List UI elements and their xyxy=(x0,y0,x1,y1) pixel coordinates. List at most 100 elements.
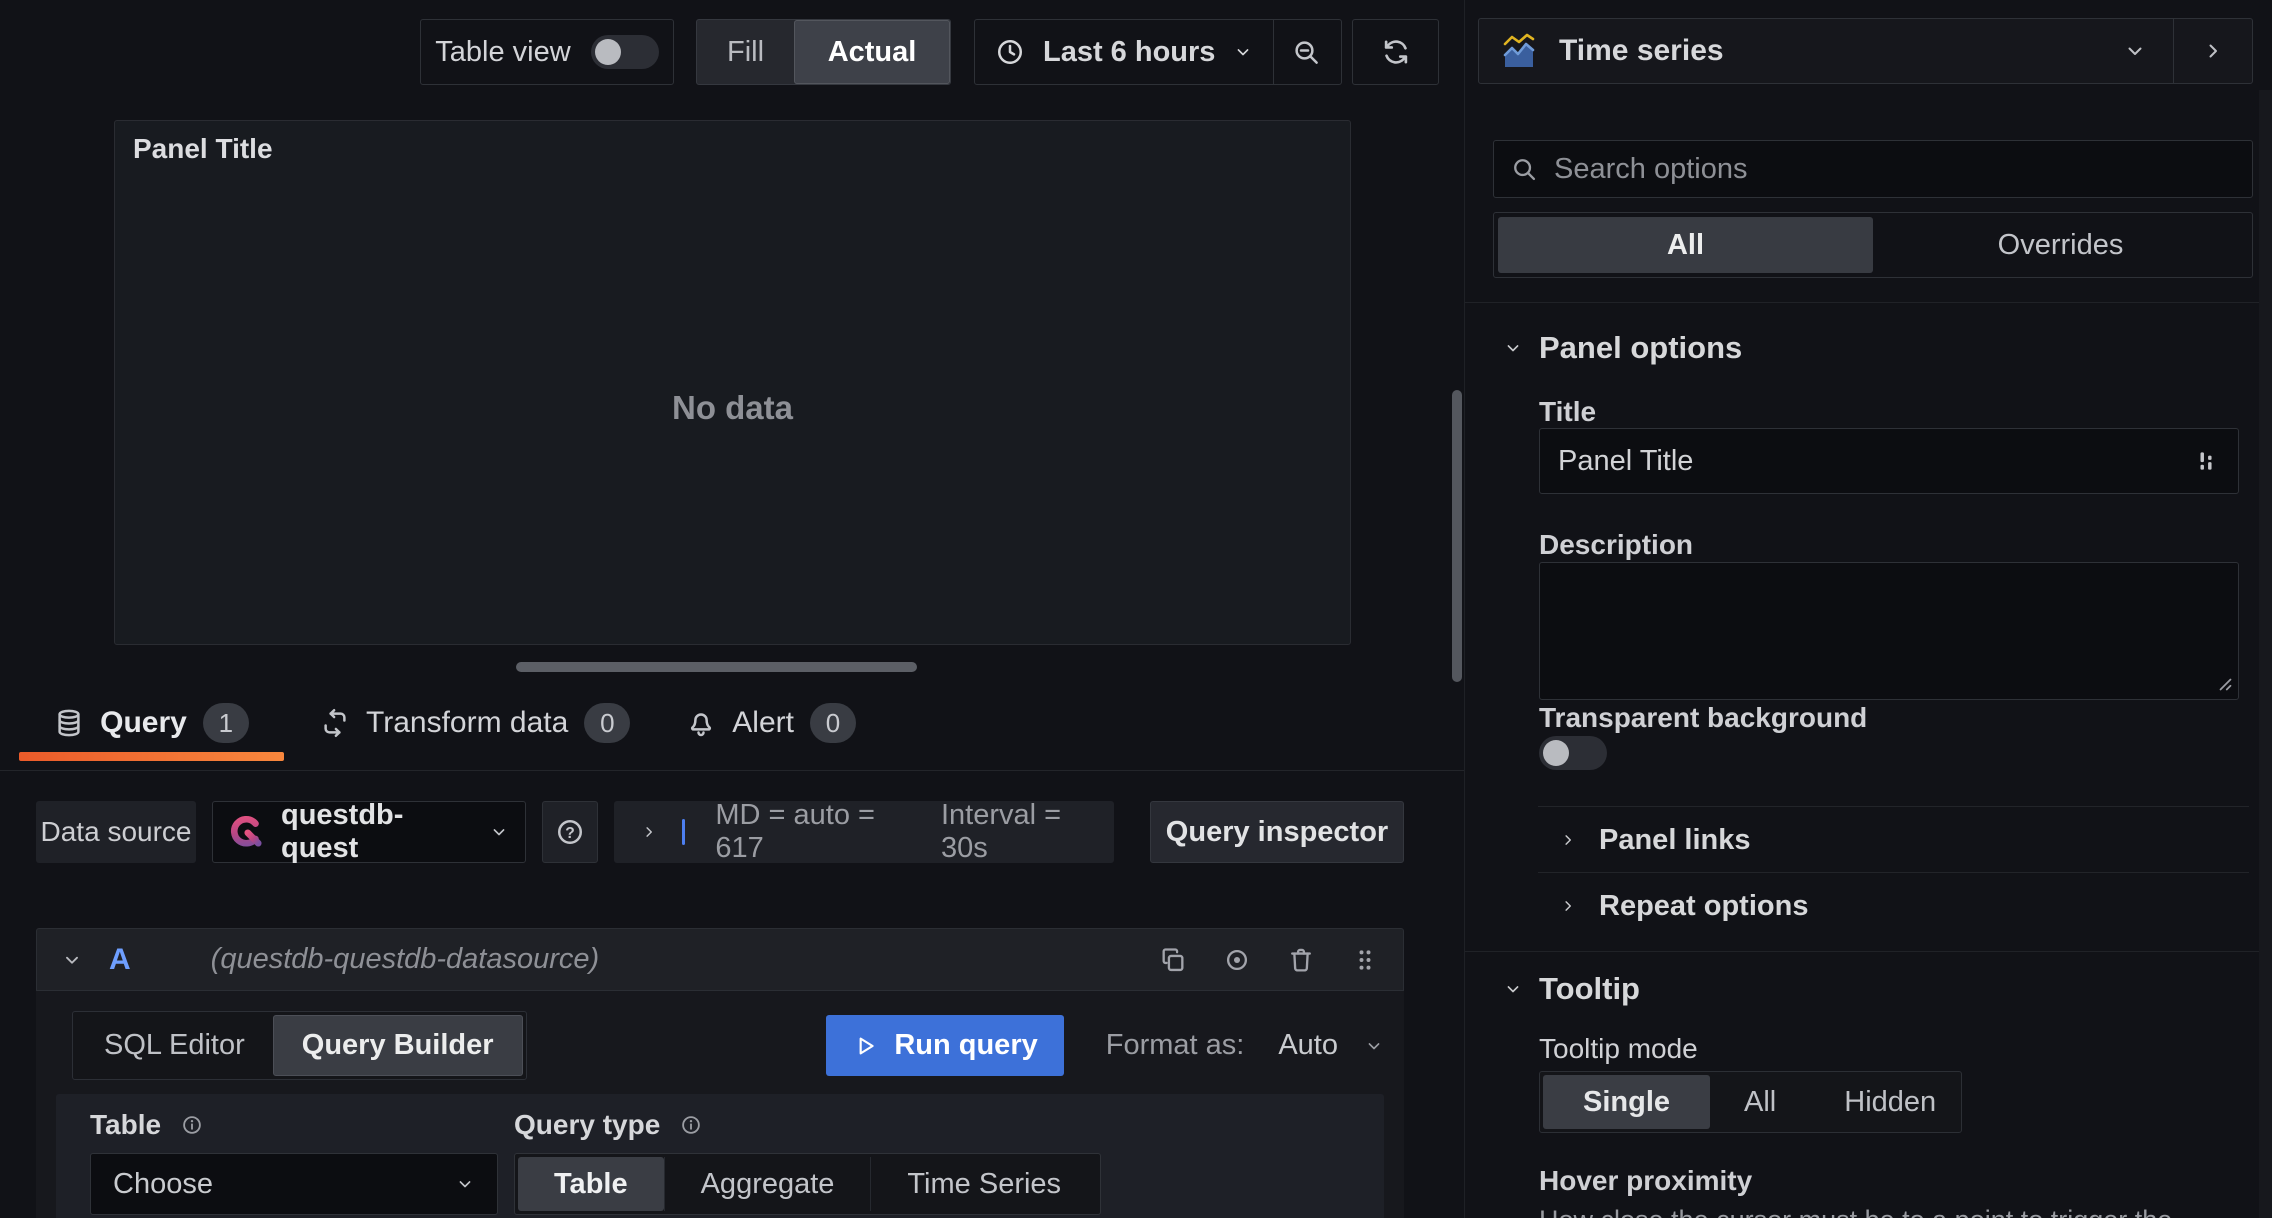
panel-options-header[interactable]: Panel options xyxy=(1503,330,1742,366)
datasource-help-button[interactable]: ? xyxy=(542,801,598,863)
query-type-label-row: Query type xyxy=(514,1109,1101,1141)
description-label: Description xyxy=(1539,529,1694,560)
table-view-toggle-group: Table view xyxy=(420,19,674,85)
editor-tabs: Query 1 Transform data 0 Alert 0 xyxy=(19,698,876,748)
query-actions xyxy=(1159,946,1379,974)
filter-tab-overrides[interactable]: Overrides xyxy=(1873,217,2248,273)
grafana-panel-editor: Table view Fill Actual Last 6 hours Pane… xyxy=(0,0,2272,1218)
tab-transform-label: Transform data xyxy=(366,706,569,739)
filter-tab-all[interactable]: All xyxy=(1498,217,1873,273)
refresh-button[interactable] xyxy=(1352,19,1439,85)
table-select[interactable]: Choose xyxy=(90,1153,498,1215)
data-source-picker[interactable]: questdb-quest xyxy=(212,799,526,864)
query-type-table[interactable]: Table xyxy=(518,1157,664,1211)
tab-alert-label: Alert xyxy=(732,706,794,739)
chevron-down-icon xyxy=(1507,986,1519,993)
table-field-label-row: Table xyxy=(90,1109,498,1141)
query-builder-button[interactable]: Query Builder xyxy=(272,1015,523,1076)
query-type-time-series[interactable]: Time Series xyxy=(870,1157,1097,1211)
tooltip-mode-single[interactable]: Single xyxy=(1543,1075,1711,1129)
tooltip-title: Tooltip xyxy=(1539,971,1640,1006)
help-icon: ? xyxy=(557,819,583,845)
tooltip-mode-hidden[interactable]: Hidden xyxy=(1810,1075,1970,1129)
tab-query[interactable]: Query 1 xyxy=(19,698,284,748)
actual-button[interactable]: Actual xyxy=(794,20,950,84)
search-icon xyxy=(1514,159,1536,181)
divider xyxy=(1538,872,2249,873)
fill-actual-segmented: Fill Actual xyxy=(696,19,951,85)
table-view-toggle[interactable] xyxy=(590,35,659,69)
refresh-icon xyxy=(1384,40,1407,64)
tab-alert[interactable]: Alert 0 xyxy=(666,698,876,748)
query-row-a: A (questdb-questdb-datasource) SQL Edito… xyxy=(36,928,1404,1218)
query-type-segmented: Table Aggregate Time Series xyxy=(514,1153,1102,1215)
query-type-aggregate[interactable]: Aggregate xyxy=(663,1157,871,1211)
query-ref-id: A xyxy=(109,942,131,976)
options-filter-tabs: All Overrides xyxy=(1493,212,2253,278)
options-pane: Time series All Overrides Panel options … xyxy=(1464,0,2272,1218)
hide-query-eye-icon[interactable] xyxy=(1223,946,1251,974)
variable-suggestion-icon[interactable] xyxy=(2194,448,2220,474)
panel-links-section[interactable]: Panel links xyxy=(1559,820,1751,860)
format-as-select[interactable]: Auto xyxy=(1278,1029,1384,1062)
divider xyxy=(1465,302,2272,303)
duplicate-query-icon[interactable] xyxy=(1159,946,1187,974)
chevron-right-icon xyxy=(2209,44,2217,58)
text-cursor xyxy=(682,819,686,845)
run-query-button[interactable]: Run query xyxy=(826,1015,1064,1076)
panel-title[interactable]: Panel Title xyxy=(133,133,273,165)
tab-alert-count: 0 xyxy=(809,703,856,743)
tooltip-mode-segmented: Single All Hidden xyxy=(1539,1071,1962,1133)
options-pane-scrollbar[interactable] xyxy=(2259,90,2272,1218)
panel-title-input[interactable] xyxy=(1558,444,2194,478)
visualization-picker[interactable]: Time series xyxy=(1478,18,2253,84)
table-field-label: Table xyxy=(90,1109,162,1140)
table-select-value: Choose xyxy=(113,1167,213,1200)
zoom-out-icon xyxy=(1295,41,1319,64)
database-icon xyxy=(58,709,80,737)
delete-query-trash-icon[interactable] xyxy=(1287,946,1315,974)
chevron-down-icon xyxy=(2128,47,2142,55)
editor-mode-row: SQL Editor Query Builder Run query Forma… xyxy=(72,1011,1384,1080)
hover-proximity-description: How close the cursor must be to a point … xyxy=(1539,1203,2239,1218)
fill-button[interactable]: Fill xyxy=(697,20,794,84)
time-range-picker[interactable]: Last 6 hours xyxy=(975,20,1273,84)
tab-transform-data[interactable]: Transform data 0 xyxy=(300,698,650,748)
data-source-row: Data source questdb-quest ? MD = auto = … xyxy=(36,799,1404,864)
chevron-down-icon[interactable] xyxy=(61,949,83,971)
query-builder-fields: Table Choose Query type Table Aggregate … xyxy=(56,1094,1384,1218)
repeat-options-section[interactable]: Repeat options xyxy=(1559,886,1808,926)
collapse-pane-button[interactable] xyxy=(2174,19,2252,83)
query-type-label: Query type xyxy=(514,1109,661,1140)
sql-editor-button[interactable]: SQL Editor xyxy=(76,1015,273,1076)
query-inspector-button[interactable]: Query inspector xyxy=(1150,801,1404,863)
zoom-out-button[interactable] xyxy=(1274,20,1338,84)
divider xyxy=(0,770,1464,771)
options-search-input[interactable] xyxy=(1554,152,2236,186)
format-as-label: Format as: xyxy=(1105,1029,1245,1061)
format-as-value: Auto xyxy=(1278,1029,1338,1061)
drag-handle-icon[interactable] xyxy=(1351,946,1379,974)
tooltip-mode-all[interactable]: All xyxy=(1710,1075,1810,1129)
query-options-toggle[interactable]: MD = auto = 617 Interval = 30s xyxy=(614,799,1114,864)
horizontal-scrollbar[interactable] xyxy=(516,662,917,672)
query-editor-body: SQL Editor Query Builder Run query Forma… xyxy=(36,991,1404,1218)
options-search xyxy=(1493,140,2253,198)
chevron-down-icon xyxy=(1368,1042,1380,1049)
vertical-scrollbar[interactable] xyxy=(1452,390,1462,682)
panel-links-label: Panel links xyxy=(1599,823,1751,856)
query-row-header[interactable]: A (questdb-questdb-datasource) xyxy=(36,928,1404,991)
transparent-background-toggle[interactable] xyxy=(1539,736,1607,770)
tooltip-header[interactable]: Tooltip xyxy=(1503,971,1640,1007)
visualization-name: Time series xyxy=(1559,34,1724,67)
tab-query-label: Query xyxy=(100,706,187,739)
chevron-down-icon xyxy=(1507,345,1519,352)
hover-proximity-label: Hover proximity xyxy=(1539,1165,1753,1196)
clock-icon xyxy=(997,39,1023,65)
info-icon xyxy=(183,1116,201,1134)
chevron-right-icon xyxy=(646,827,652,837)
divider xyxy=(1465,951,2272,952)
panel-description-textarea[interactable] xyxy=(1539,562,2239,700)
tooltip-mode-label: Tooltip mode xyxy=(1539,1033,1698,1064)
time-range-group: Last 6 hours xyxy=(974,19,1342,85)
